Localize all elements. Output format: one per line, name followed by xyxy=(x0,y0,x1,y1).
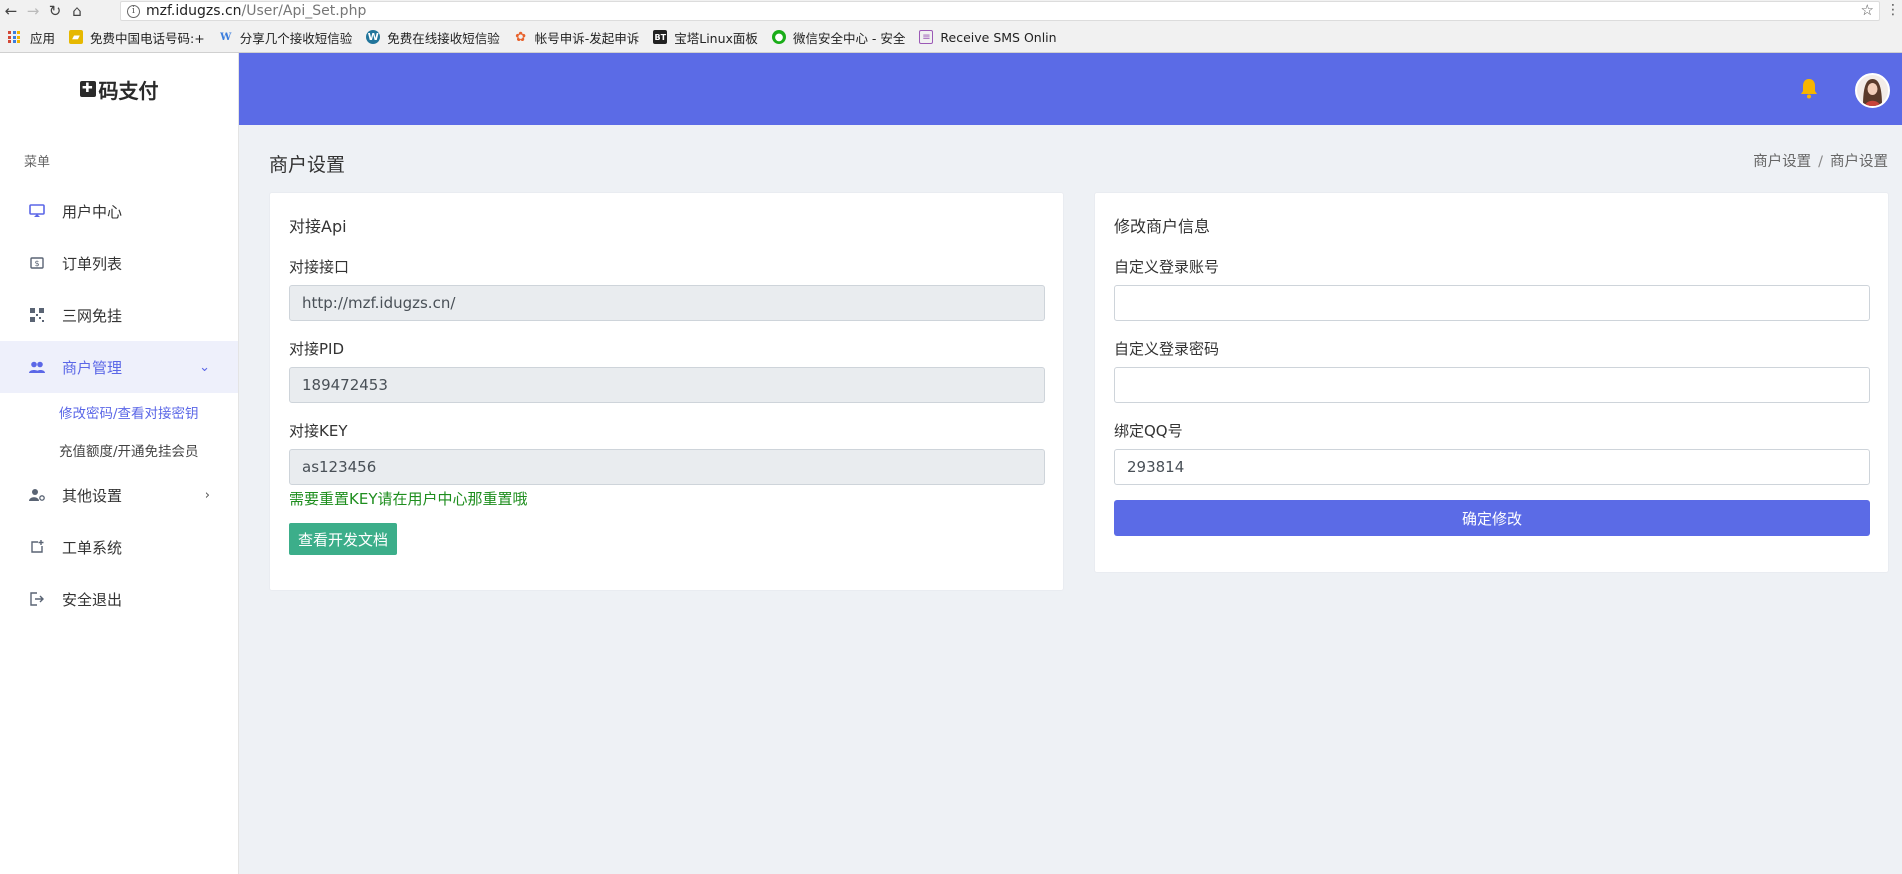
view-docs-button[interactable]: 查看开发文档 xyxy=(289,523,397,555)
avatar[interactable] xyxy=(1855,73,1890,108)
chevron-right-icon: › xyxy=(204,487,210,503)
home-icon[interactable]: ⌂ xyxy=(66,0,88,22)
sidebar-item-label: 订单列表 xyxy=(62,254,123,273)
password-field[interactable] xyxy=(1114,367,1870,403)
sidebar-item-label: 其他设置 xyxy=(62,486,123,505)
bookmark-label: 帐号申诉-发起申诉 xyxy=(534,30,640,46)
sidebar-subitem-change-password[interactable]: 修改密码/查看对接密钥 xyxy=(0,393,238,431)
page-title: 商户设置 xyxy=(269,154,346,176)
bookmark-item[interactable]: ≡ Receive SMS Onlin xyxy=(919,29,1057,45)
sms-icon: ≡ xyxy=(919,30,934,44)
sidebar-item-order-list[interactable]: $ 订单列表 xyxy=(0,237,238,289)
bookmark-label: 宝塔Linux面板 xyxy=(674,30,758,46)
sidebar-item-other-settings[interactable]: 其他设置 › xyxy=(0,469,238,521)
interface-field[interactable] xyxy=(289,285,1045,321)
brand-icon: ✚ xyxy=(79,81,96,97)
forward-arrow-icon[interactable]: → xyxy=(22,0,44,22)
wechat-icon: ● xyxy=(771,30,786,44)
qq-field[interactable] xyxy=(1114,449,1870,485)
apps-grid-icon xyxy=(8,31,20,43)
bookmark-label: 免费中国电话号码:+ xyxy=(90,30,205,46)
w-icon: W xyxy=(220,31,232,43)
sidebar-item-label: 三网免挂 xyxy=(62,306,123,325)
sidebar-item-three-net[interactable]: 三网免挂 xyxy=(0,289,238,341)
bookmark-apps[interactable]: 应用 xyxy=(8,28,55,47)
ticket-icon xyxy=(28,538,46,556)
account-label: 自定义登录账号 xyxy=(1114,258,1220,276)
top-header xyxy=(239,53,1902,125)
bell-icon[interactable] xyxy=(1797,76,1821,100)
url-path: /User/Api_Set.php xyxy=(241,3,367,19)
qq-label: 绑定QQ号 xyxy=(1114,422,1183,440)
monitor-icon xyxy=(28,202,46,220)
users-icon xyxy=(28,358,46,376)
bt-icon: BT xyxy=(653,30,668,44)
sidebar-item-user-center[interactable]: 用户中心 xyxy=(0,185,238,237)
sidebar-item-merchant-management[interactable]: 商户管理 ⌄ xyxy=(0,341,238,393)
interface-label: 对接接口 xyxy=(289,258,350,276)
info-icon[interactable]: i xyxy=(127,4,140,18)
bookmark-label: 免费在线接收短信验 xyxy=(387,30,500,46)
sidebar-item-label: 用户中心 xyxy=(62,202,123,221)
breadcrumb-link[interactable]: 商户设置 xyxy=(1753,154,1811,170)
sidebar-item-logout[interactable]: 安全退出 xyxy=(0,573,238,625)
password-label: 自定义登录密码 xyxy=(1114,340,1220,358)
bookmark-label: 微信安全中心 - 安全 xyxy=(792,30,906,46)
pid-field[interactable] xyxy=(289,367,1045,403)
reload-icon[interactable]: ↻ xyxy=(44,0,66,22)
svg-text:$: $ xyxy=(34,259,39,268)
back-arrow-icon[interactable]: ← xyxy=(0,0,22,22)
merchant-info-card: 修改商户信息 自定义登录账号 自定义登录密码 绑定QQ号 确定修改 xyxy=(1094,192,1889,573)
api-card: 对接Api 对接接口 对接PID 对接KEY 需要重置KEY请在用户中心那重置哦… xyxy=(269,192,1064,591)
bookmark-item[interactable]: BT 宝塔Linux面板 xyxy=(653,28,758,47)
key-field[interactable] xyxy=(289,449,1045,485)
bookmarks-bar: 应用 ▰ 免费中国电话号码:+ W 分享几个接收短信验 W 免费在线接收短信验 … xyxy=(0,22,1902,53)
bookmark-item[interactable]: W 分享几个接收短信验 xyxy=(219,28,353,47)
user-gear-icon xyxy=(28,486,46,504)
dollar-icon: $ xyxy=(28,254,46,272)
bookmark-item[interactable]: ✿ 帐号申诉-发起申诉 xyxy=(514,28,640,47)
bookmark-label: 分享几个接收短信验 xyxy=(239,30,353,46)
reset-key-hint: 需要重置KEY请在用户中心那重置哦 xyxy=(289,490,528,508)
url-host: mzf.idugzs.cn xyxy=(146,3,242,19)
qrcode-icon xyxy=(28,306,46,324)
sidebar-subitem-recharge[interactable]: 充值额度/开通免挂会员 xyxy=(0,431,238,469)
logout-icon xyxy=(28,590,46,608)
sidebar-item-label: 安全退出 xyxy=(62,590,123,609)
address-bar[interactable]: i mzf.idugzs.cn/User/Api_Set.php xyxy=(120,1,1880,21)
brand-name: 码支付 xyxy=(98,78,159,103)
browser-toolbar: ← → ↻ ⌂ i mzf.idugzs.cn/User/Api_Set.php… xyxy=(0,0,1902,22)
bookmark-label: 应用 xyxy=(30,30,56,46)
bookmark-item[interactable]: W 免费在线接收短信验 xyxy=(366,28,500,47)
sidebar-item-label: 工单系统 xyxy=(62,538,123,557)
account-field[interactable] xyxy=(1114,285,1870,321)
bookmark-item[interactable]: ● 微信安全中心 - 安全 xyxy=(771,28,906,47)
breadcrumb-current: 商户设置 xyxy=(1830,154,1888,170)
browser-menu-icon[interactable]: ⋮ xyxy=(1886,2,1900,18)
sidebar: ✚ 码支付 菜单 用户中心 $ 订单列表 三网免挂 商户管理 ⌄ 修改密码/查看… xyxy=(0,53,239,874)
flower-icon: ✿ xyxy=(515,29,527,45)
breadcrumb-separator: / xyxy=(1818,154,1823,170)
brand-logo[interactable]: ✚ 码支付 xyxy=(0,53,238,125)
bookmark-item[interactable]: ▰ 免费中国电话号码:+ xyxy=(69,28,205,47)
confirm-modify-button[interactable]: 确定修改 xyxy=(1114,500,1870,536)
menu-title: 菜单 xyxy=(24,155,51,170)
pid-label: 对接PID xyxy=(289,340,345,358)
folder-icon: ▰ xyxy=(69,30,84,44)
sidebar-item-label: 商户管理 xyxy=(62,358,123,377)
wordpress-icon: W xyxy=(366,30,381,44)
breadcrumb: 商户设置 / 商户设置 xyxy=(1753,150,1888,171)
sidebar-item-ticket-system[interactable]: 工单系统 xyxy=(0,521,238,573)
card-title: 修改商户信息 xyxy=(1114,217,1211,236)
chevron-down-icon: ⌄ xyxy=(199,359,210,375)
bookmark-star-icon[interactable]: ☆ xyxy=(1861,1,1874,19)
bookmark-label: Receive SMS Onlin xyxy=(940,29,1057,45)
key-label: 对接KEY xyxy=(289,422,348,440)
card-title: 对接Api xyxy=(289,217,347,236)
